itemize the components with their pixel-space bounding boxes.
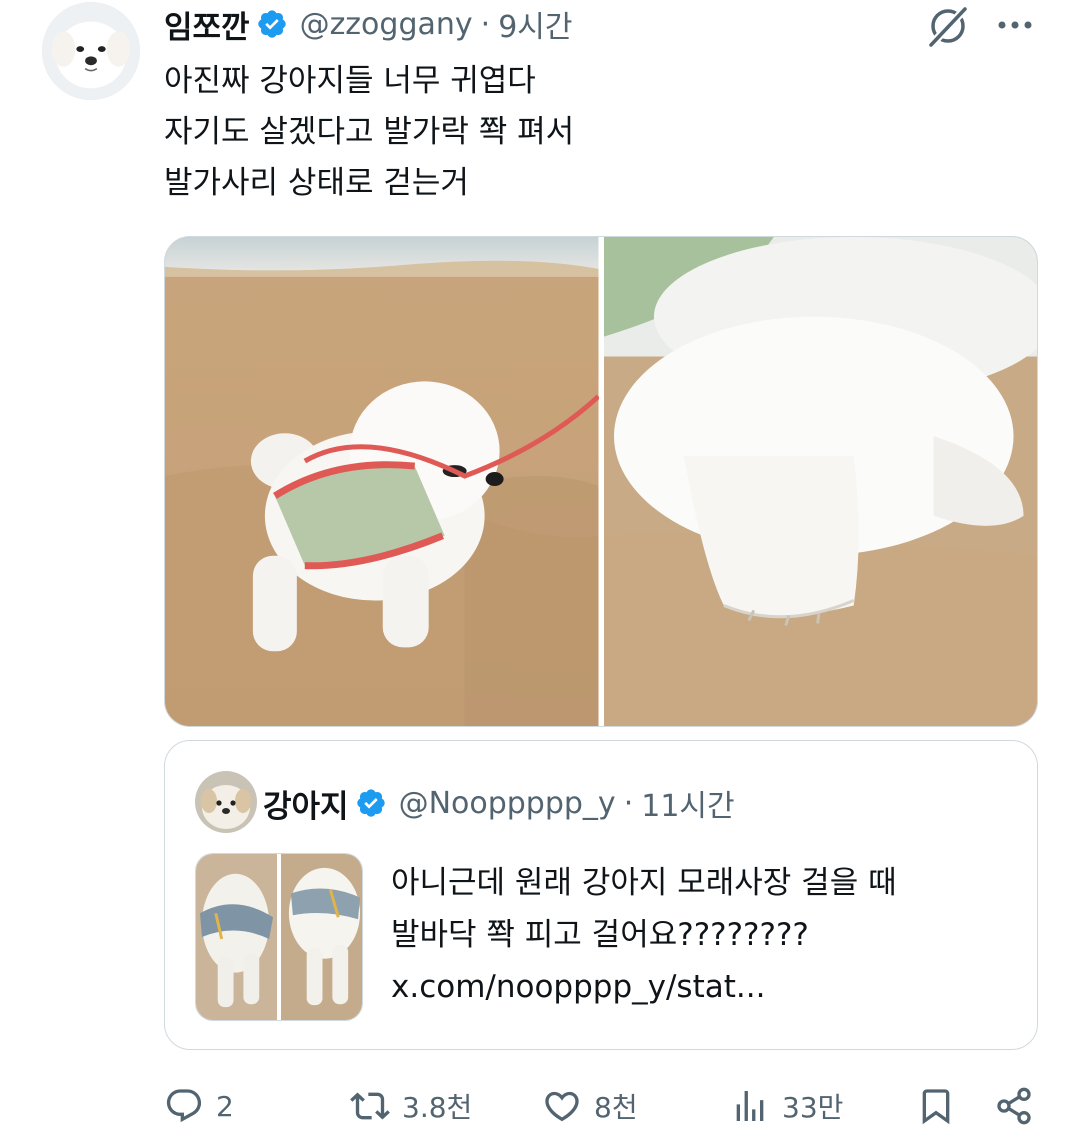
quoted-text-line[interactable]: x.com/noopppp_y/stat... [391, 961, 1011, 1013]
verified-badge-icon[interactable] [355, 787, 387, 819]
post-text-line: 자기도 살겠다고 발가락 쫙 펴서 [164, 114, 575, 150]
quoted-author-handle[interactable]: @Nooppppp_y [399, 786, 616, 821]
views-chart-icon [736, 1091, 764, 1121]
heart-icon [545, 1091, 579, 1122]
reply-count: 2 [216, 1089, 234, 1123]
quoted-text-line: 발바닥 쫙 피고 걸어요???????? [391, 917, 809, 953]
verified-badge-icon[interactable] [256, 8, 288, 40]
more-options-icon[interactable] [995, 8, 1035, 42]
author-handle[interactable]: @zzoggany [300, 7, 473, 42]
white-dog-avatar-icon [42, 2, 140, 100]
separator-dot: · [480, 6, 491, 42]
post-text: 아진짜 강아지들 너무 귀엽다 자기도 살겠다고 발가락 쫙 펴서 발가사리 상… [164, 56, 1024, 209]
like-count: 8천 [594, 1091, 638, 1124]
quoted-post-text: 아니근데 원래 강아지 모래사장 걸을 때 발바닥 쫙 피고 걸어요??????… [391, 857, 1011, 1013]
quoted-author-avatar[interactable] [195, 771, 257, 833]
retweet-button[interactable]: 3.8천 [350, 1080, 472, 1132]
post-time[interactable]: 9시간 [498, 2, 572, 46]
post-text-line: 발가사리 상태로 걷는거 [164, 165, 469, 201]
post-text-line: 아진짜 강아지들 너무 귀엽다 [164, 63, 536, 99]
like-button[interactable]: 8천 [542, 1080, 638, 1132]
quoted-author-display-name[interactable]: 강아지 [263, 781, 349, 826]
quoted-post-time[interactable]: 11시간 [641, 781, 734, 825]
action-bar: 2 3.8천 8천 33만 [164, 1080, 1038, 1132]
share-button[interactable] [994, 1080, 1034, 1132]
reply-icon [166, 1089, 202, 1123]
bookmark-button[interactable] [916, 1080, 956, 1132]
quoted-media-photo-1 [196, 854, 277, 1020]
views-count: 33만 [782, 1091, 844, 1124]
views-button[interactable]: 33만 [730, 1080, 843, 1132]
quoted-post-header: 강아지 @Nooppppp_y · 11시간 [263, 781, 735, 825]
author-avatar[interactable] [42, 2, 140, 100]
post-header: 임쪼깐 @zzoggany · 9시간 [164, 2, 573, 46]
retweet-icon [350, 1092, 390, 1120]
reply-button[interactable]: 2 [164, 1080, 234, 1132]
retweet-count: 3.8천 [402, 1091, 473, 1124]
quoted-text-line: 아니근데 원래 강아지 모래사장 걸을 때 [391, 865, 897, 901]
media-photo-1[interactable] [165, 237, 599, 726]
media-photo-2[interactable] [603, 237, 1037, 726]
quoted-media-photo-2 [281, 854, 362, 1020]
author-display-name[interactable]: 임쪼깐 [164, 2, 250, 47]
grok-icon[interactable] [924, 2, 972, 50]
dog-avatar-icon [195, 771, 257, 833]
post-media [164, 236, 1038, 727]
quoted-post[interactable]: 강아지 @Nooppppp_y · 11시간 아니근데 원래 강아지 모래사장 … [164, 740, 1038, 1050]
separator-dot: · [623, 785, 634, 821]
share-icon [997, 1087, 1031, 1125]
bookmark-icon [922, 1089, 950, 1125]
quoted-media[interactable] [195, 853, 363, 1021]
